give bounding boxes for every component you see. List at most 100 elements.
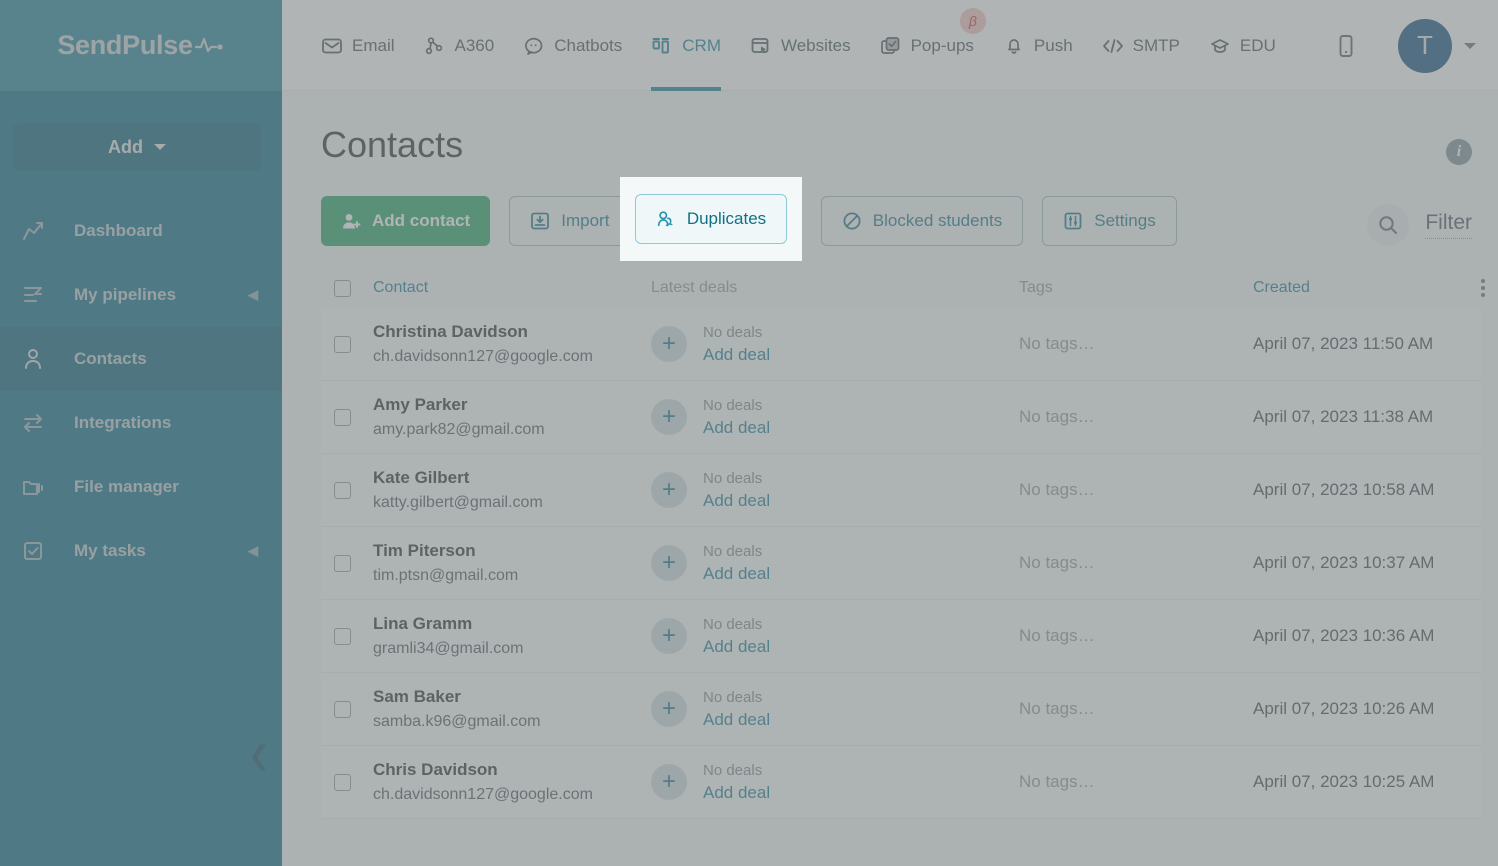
- add-contact-button[interactable]: Add contact: [321, 196, 491, 246]
- add-deal-link[interactable]: Add deal: [703, 491, 770, 511]
- chevron-down-icon[interactable]: [1464, 42, 1476, 49]
- sidebar-item-contacts[interactable]: Contacts: [0, 327, 282, 391]
- settings-button[interactable]: Settings: [1042, 196, 1177, 246]
- row-checkbox[interactable]: [334, 408, 351, 426]
- search-icon[interactable]: [1367, 204, 1410, 246]
- created-cell: April 07, 2023 11:50 AM: [1253, 334, 1463, 354]
- row-checkbox[interactable]: [334, 335, 351, 353]
- sidebar-item-my-pipelines[interactable]: My pipelines ◀: [0, 263, 282, 327]
- table-row[interactable]: Chris Davidson ch.davidsonn127@google.co…: [321, 746, 1481, 819]
- add-deal-link[interactable]: Add deal: [703, 710, 770, 730]
- tab-email[interactable]: Email: [321, 0, 395, 91]
- column-header-label: Latest deals: [651, 279, 738, 296]
- created-value: April 07, 2023 10:58 AM: [1253, 480, 1435, 499]
- search-filter-group: Filter: [1367, 204, 1472, 246]
- checkbox-icon: [22, 539, 56, 563]
- table-row[interactable]: Kate Gilbert katty.gilbert@gmail.com + N…: [321, 454, 1481, 527]
- chart-line-icon: [22, 219, 56, 243]
- add-deal-link[interactable]: Add deal: [703, 564, 770, 584]
- header-cell-contact[interactable]: Contact: [373, 279, 651, 297]
- header-cell-tags[interactable]: Tags: [1019, 279, 1253, 297]
- duplicates-button[interactable]: Duplicates: [634, 194, 788, 244]
- deals-cell: + No deals Add deal: [651, 616, 1019, 657]
- add-button-label: Add: [108, 136, 143, 157]
- row-checkbox[interactable]: [334, 700, 351, 718]
- tab-pop-ups[interactable]: Pop-ups β: [880, 0, 986, 91]
- header-cell-created[interactable]: Created: [1253, 279, 1463, 297]
- sidebar-item-my-tasks[interactable]: My tasks ◀: [0, 519, 282, 583]
- main-content: Contacts i Add contact Import Blocked st…: [282, 91, 1498, 866]
- kebab-menu-icon[interactable]: [1481, 279, 1485, 297]
- tab-websites[interactable]: Websites: [750, 0, 851, 91]
- website-icon: [750, 35, 772, 57]
- add-deal-button[interactable]: +: [651, 764, 687, 800]
- graduation-cap-icon: [1209, 35, 1231, 57]
- select-all-cell: [321, 279, 373, 297]
- select-all-checkbox[interactable]: [334, 279, 351, 297]
- sidebar-item-label: My pipelines: [74, 285, 177, 304]
- chevron-left-icon[interactable]: ◀: [248, 543, 258, 559]
- add-deal-button[interactable]: +: [651, 545, 687, 581]
- table-row[interactable]: Lina Gramm gramli34@gmail.com + No deals…: [321, 600, 1481, 673]
- add-deal-link[interactable]: Add deal: [703, 345, 770, 365]
- row-checkbox[interactable]: [334, 627, 351, 645]
- contact-name: Amy Parker: [373, 395, 468, 414]
- filter-link[interactable]: Filter: [1425, 211, 1472, 239]
- sidebar-item-label: File manager: [74, 477, 179, 496]
- sidebar-item-dashboard[interactable]: Dashboard: [0, 199, 282, 263]
- deals-cell: + No deals Add deal: [651, 543, 1019, 584]
- tab-label: EDU: [1239, 35, 1276, 55]
- sidebar-collapse-button[interactable]: ❮: [248, 742, 270, 768]
- pulse-wave-icon: [194, 30, 225, 61]
- import-button[interactable]: Import: [509, 196, 631, 246]
- created-cell: April 07, 2023 11:38 AM: [1253, 407, 1463, 427]
- chevron-left-icon[interactable]: ◀: [248, 287, 258, 303]
- sidebar-item-label: Contacts: [74, 349, 147, 368]
- button-label: Duplicates: [686, 209, 767, 228]
- tags-value: No tags…: [1019, 772, 1095, 791]
- contact-email: gramli34@gmail.com: [373, 640, 524, 657]
- tab-smtp[interactable]: SMTP: [1102, 0, 1180, 91]
- sidebar: SendPulse Add Dashboard My pipelines ◀ C…: [0, 0, 282, 866]
- table-row[interactable]: Tim Piterson tim.ptsn@gmail.com + No dea…: [321, 527, 1481, 600]
- header-cell-latest-deals[interactable]: Latest deals: [651, 279, 1019, 297]
- deals-cell: + No deals Add deal: [651, 689, 1019, 730]
- created-cell: April 07, 2023 10:25 AM: [1253, 772, 1463, 792]
- import-icon: [530, 211, 550, 231]
- sidebar-item-integrations[interactable]: Integrations: [0, 391, 282, 455]
- table-row[interactable]: Christina Davidson ch.davidsonn127@googl…: [321, 308, 1481, 381]
- brand-logo[interactable]: SendPulse: [0, 0, 282, 91]
- sidebar-item-file-manager[interactable]: File manager: [0, 455, 282, 519]
- row-checkbox[interactable]: [334, 481, 351, 499]
- tab-a360[interactable]: A360: [424, 0, 494, 91]
- tags-cell: No tags…: [1019, 334, 1253, 354]
- column-header-label: Contact: [373, 279, 429, 296]
- tab-edu[interactable]: EDU: [1209, 0, 1276, 91]
- tab-crm[interactable]: CRM: [651, 0, 721, 91]
- add-deal-button[interactable]: +: [651, 618, 687, 654]
- info-icon[interactable]: i: [1446, 139, 1472, 165]
- add-deal-button[interactable]: +: [651, 472, 687, 508]
- add-deal-button[interactable]: +: [651, 399, 687, 435]
- add-deal-link[interactable]: Add deal: [703, 418, 770, 438]
- code-icon: [1102, 35, 1124, 57]
- add-deal-button[interactable]: +: [651, 691, 687, 727]
- add-deal-link[interactable]: Add deal: [703, 783, 770, 803]
- avatar[interactable]: T: [1398, 18, 1452, 73]
- contact-email: amy.park82@gmail.com: [373, 421, 545, 438]
- row-checkbox[interactable]: [334, 554, 351, 572]
- mobile-phone-icon[interactable]: [1338, 34, 1354, 58]
- add-button[interactable]: Add: [13, 123, 261, 171]
- row-checkbox[interactable]: [334, 773, 351, 791]
- add-deal-link[interactable]: Add deal: [703, 637, 770, 657]
- sidebar-item-label: Dashboard: [74, 221, 163, 240]
- contact-email: tim.ptsn@gmail.com: [373, 567, 519, 584]
- tab-chatbots[interactable]: Chatbots: [523, 0, 622, 91]
- blocked-students-button[interactable]: Blocked students: [820, 196, 1024, 246]
- table-row[interactable]: Amy Parker amy.park82@gmail.com + No dea…: [321, 381, 1481, 454]
- tab-push[interactable]: Push: [1003, 0, 1073, 91]
- tags-value: No tags…: [1019, 334, 1095, 353]
- add-deal-button[interactable]: +: [651, 326, 687, 362]
- page-title: Contacts: [321, 124, 464, 165]
- table-row[interactable]: Sam Baker samba.k96@gmail.com + No deals…: [321, 673, 1481, 746]
